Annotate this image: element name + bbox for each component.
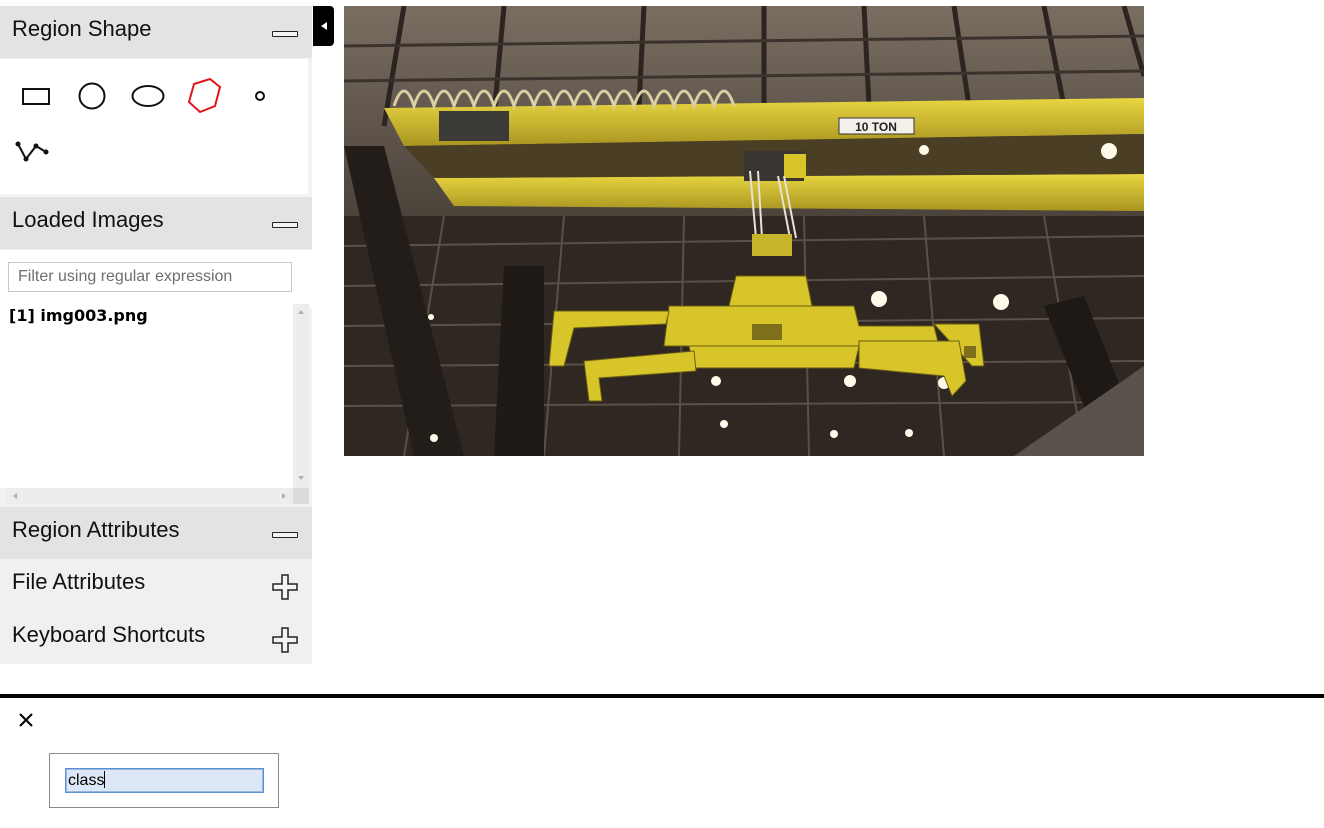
point-icon	[255, 91, 265, 101]
image-list-horizontal-scrollbar[interactable]	[6, 488, 293, 504]
loaded-images-header[interactable]: Loaded Images	[0, 197, 312, 249]
circle-icon	[78, 82, 106, 110]
scroll-up-icon[interactable]	[298, 310, 304, 314]
collapse-panel-button[interactable]	[313, 6, 334, 46]
circle-shape-button[interactable]	[72, 76, 112, 116]
region-shape-title: Region Shape	[12, 16, 152, 41]
polygon-icon	[187, 77, 222, 114]
scroll-right-icon[interactable]	[282, 493, 286, 499]
industrial-crane-photo: 10 TON	[344, 6, 1144, 456]
scroll-down-icon[interactable]	[298, 476, 304, 480]
attribute-name-input[interactable]: class	[65, 768, 264, 793]
scrollbar-corner	[293, 488, 309, 504]
region-attributes-title: Region Attributes	[12, 517, 180, 542]
ellipse-icon	[131, 85, 165, 107]
keyboard-shortcuts-header[interactable]: Keyboard Shortcuts	[0, 612, 312, 664]
image-canvas[interactable]: 10 TON	[344, 6, 1144, 456]
region-shape-header[interactable]: Region Shape	[0, 6, 312, 58]
attribute-name-cell: class	[49, 753, 279, 808]
image-list-vertical-scrollbar[interactable]	[293, 304, 309, 488]
polygon-shape-button[interactable]	[184, 76, 224, 116]
chevron-left-icon	[321, 22, 327, 30]
loaded-images-title: Loaded Images	[12, 207, 164, 232]
text-caret	[104, 771, 106, 788]
region-attributes-header[interactable]: Region Attributes	[0, 507, 312, 559]
plus-icon[interactable]	[271, 626, 299, 654]
left-panel: Region Shape Loaded Images Filter using …	[0, 6, 312, 664]
polyline-shape-button[interactable]	[12, 130, 52, 170]
file-attributes-title: File Attributes	[12, 569, 146, 594]
scroll-left-icon[interactable]	[13, 493, 17, 499]
image-list[interactable]: [1] img003.png	[0, 304, 293, 488]
close-icon[interactable]	[17, 711, 35, 729]
rectangle-icon	[22, 88, 50, 105]
minus-icon[interactable]	[272, 222, 298, 228]
minus-icon[interactable]	[272, 532, 298, 538]
ellipse-shape-button[interactable]	[128, 76, 168, 116]
capacity-sign-text: 10 TON	[855, 120, 897, 134]
attribute-name-value: class	[68, 772, 105, 789]
plus-icon[interactable]	[271, 573, 299, 601]
filter-container	[0, 250, 312, 308]
region-shape-toolbar	[0, 59, 308, 194]
rectangle-shape-button[interactable]	[16, 76, 56, 116]
image-filter-input[interactable]	[8, 262, 292, 292]
file-attributes-header[interactable]: File Attributes	[0, 559, 312, 611]
point-shape-button[interactable]	[240, 76, 280, 116]
attribute-editor-divider[interactable]	[0, 694, 1324, 698]
polyline-icon	[15, 141, 49, 162]
minus-icon[interactable]	[272, 31, 298, 37]
keyboard-shortcuts-title: Keyboard Shortcuts	[12, 622, 206, 647]
list-item[interactable]: [1] img003.png	[9, 306, 148, 325]
